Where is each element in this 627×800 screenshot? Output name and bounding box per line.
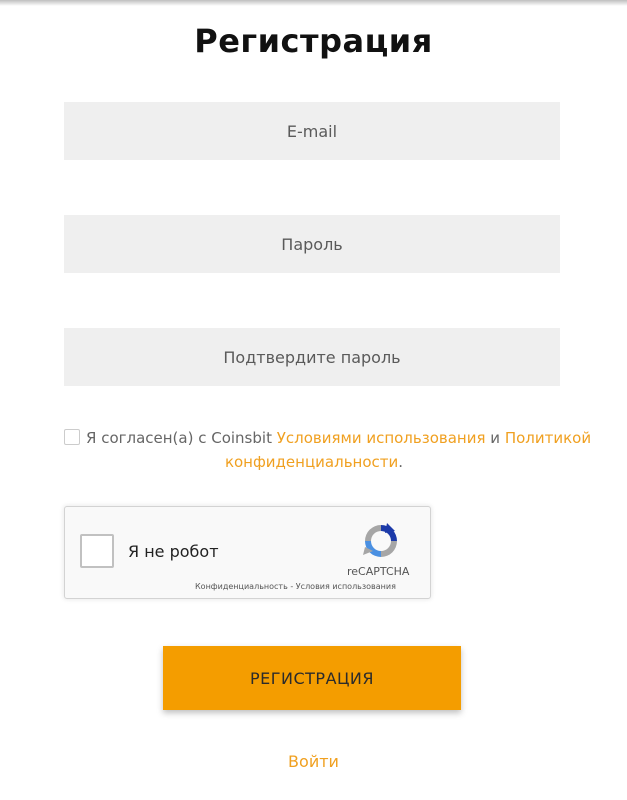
password-field[interactable]	[64, 215, 560, 273]
email-field[interactable]	[64, 102, 560, 160]
agreement-and: и	[490, 429, 501, 447]
page-title: Регистрация	[194, 22, 433, 60]
recaptcha-label: Я не робот	[128, 542, 219, 561]
terms-link[interactable]: Условиями использования	[277, 429, 486, 447]
recaptcha-logo-icon	[363, 523, 397, 557]
privacy-link-part-1[interactable]: Политикой	[505, 429, 591, 447]
agreement-line-2: конфиденциальности.	[225, 453, 403, 471]
terms-agreement: Я согласен(а) с Coinsbit Условиями испол…	[64, 426, 591, 474]
register-button[interactable]: РЕГИСТРАЦИЯ	[163, 646, 461, 710]
recaptcha-widget: Я не робот reCAPTCHA Конфиденциальность …	[64, 506, 431, 599]
recaptcha-separator: -	[290, 582, 294, 591]
recaptcha-privacy-link[interactable]: Конфиденциальность	[195, 582, 288, 591]
agreement-line-1: Я согласен(а) с Coinsbit Условиями испол…	[64, 426, 591, 450]
login-link[interactable]: Войти	[0, 752, 627, 771]
top-shadow	[0, 0, 627, 6]
recaptcha-terms-link[interactable]: Условия использования	[296, 582, 396, 591]
recaptcha-checkbox[interactable]	[80, 534, 114, 568]
registration-page: Регистрация Я согласен(а) с Coinsbit Усл…	[0, 0, 627, 800]
agreement-text: Я согласен(а) с Coinsbit	[86, 429, 272, 447]
privacy-link-part-2[interactable]: конфиденциальности	[225, 453, 398, 471]
agreement-period: .	[398, 453, 404, 471]
terms-checkbox[interactable]	[64, 429, 80, 445]
confirm-password-field[interactable]	[64, 328, 560, 386]
recaptcha-links: Конфиденциальность - Условия использован…	[195, 582, 396, 591]
recaptcha-brand: reCAPTCHA	[347, 565, 410, 578]
